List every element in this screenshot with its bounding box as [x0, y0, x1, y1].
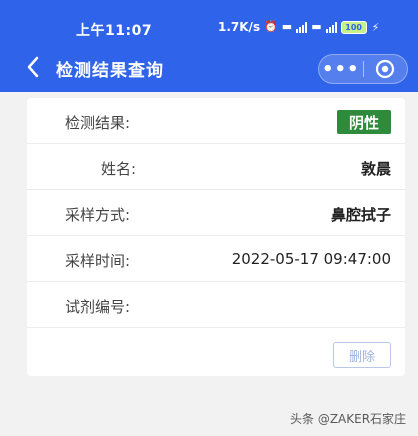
- network-speed: 1.7K/s: [218, 20, 261, 34]
- status-badge: 阴性: [336, 110, 391, 134]
- more-button[interactable]: •••: [319, 55, 363, 83]
- app-header: 上午11:07 1.7K/s ⏰ ▬ ▬ 100 ⚡ 检测结果查询 •••: [0, 0, 418, 92]
- chevron-left-icon[interactable]: [20, 54, 46, 80]
- method-row: 采样方式: 鼻腔拭子: [27, 190, 405, 236]
- miniapp-capsule: •••: [318, 54, 408, 84]
- name-row: 姓名: 敦晨: [27, 144, 405, 190]
- row-label: 姓名:: [101, 160, 137, 178]
- delete-button[interactable]: 删除: [333, 342, 391, 368]
- alarm-icon: ⏰: [264, 20, 278, 33]
- signal-icon: [296, 21, 308, 33]
- method-value: 鼻腔拭子: [330, 206, 391, 224]
- reagent-row: 试剂编号:: [27, 282, 405, 328]
- signal-icon-2: [325, 21, 337, 33]
- result-card: 检测结果: 阴性 姓名: 敦晨 采样方式: 鼻腔拭子 采样时间: 2022-05…: [27, 98, 405, 376]
- result-row: 检测结果: 阴性: [27, 98, 405, 144]
- close-button[interactable]: [363, 55, 407, 83]
- row-label: 试剂编号:: [65, 298, 131, 316]
- status-time: 上午11:07: [76, 23, 153, 39]
- time-value: 2022-05-17 09:47:00: [231, 250, 391, 268]
- time-row: 采样时间: 2022-05-17 09:47:00: [27, 236, 405, 282]
- charging-icon: ⚡: [371, 20, 380, 34]
- nav-bar: 检测结果查询 •••: [0, 44, 418, 92]
- name-value: 敦晨: [360, 160, 391, 178]
- battery-level: 100: [345, 22, 362, 32]
- more-dots-icon: •••: [321, 58, 360, 80]
- row-label: 采样方式:: [65, 206, 131, 224]
- page-title: 检测结果查询: [56, 61, 164, 81]
- hd-icon-2: ▬: [311, 20, 322, 33]
- status-bar: 上午11:07 1.7K/s ⏰ ▬ ▬ 100 ⚡: [0, 0, 418, 44]
- row-label: 检测结果:: [65, 114, 131, 132]
- target-circle-icon: [376, 59, 395, 79]
- status-indicators: 1.7K/s ⏰ ▬ ▬ 100 ⚡: [218, 20, 379, 34]
- battery-icon: 100: [340, 20, 367, 34]
- row-label: 采样时间:: [65, 252, 131, 270]
- watermark: 头条 @ZAKER石家庄: [290, 412, 407, 426]
- hd-icon: ▬: [281, 20, 293, 33]
